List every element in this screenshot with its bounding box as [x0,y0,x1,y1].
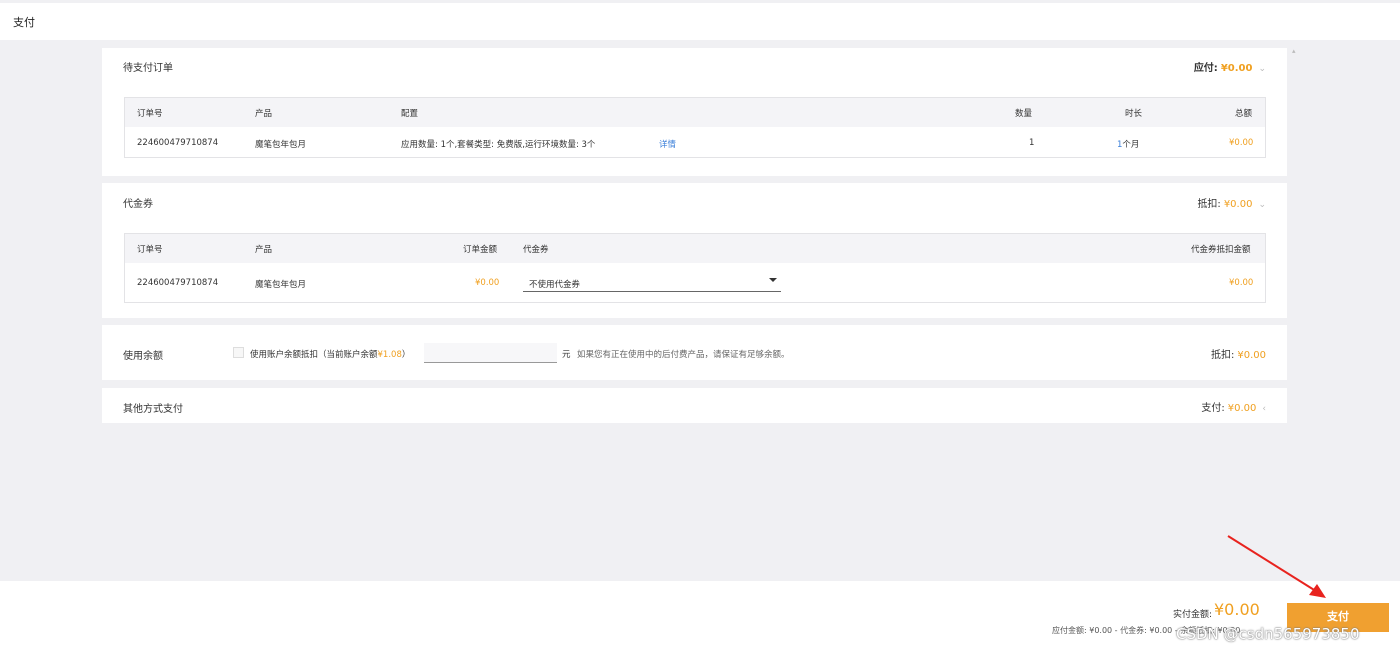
col-order-no: 订单号 [137,245,163,255]
config-cell: 应用数量: 1个,套餐类型: 免费版,运行环境数量: 3个 [401,140,596,150]
voucher-table: 订单号 产品 订单金额 代金券 代金券抵扣金额 224600479710874 … [124,233,1266,303]
col-order-no: 订单号 [137,109,163,119]
product-cell: 魔笔包年包月 [255,280,307,290]
deduction-label: 抵扣: [1210,350,1235,361]
voucher-card: 代金券 抵扣: ¥0.00 ⌄ 订单号 产品 订单金额 代金券 代金券抵扣金额 22… [102,183,1287,318]
product-cell: 魔笔包年包月 [255,140,307,150]
use-balance-checkbox[interactable] [233,347,244,358]
pending-order-title: 待支付订单 [123,63,173,74]
unit-label: 元 [562,350,571,360]
deduction-amount: ¥0.00 [1223,199,1253,210]
voucher-title: 代金券 [123,199,153,210]
pending-order-amount[interactable]: 应付: ¥0.00 ⌄ [1194,59,1266,74]
page-title: 支付 [13,16,35,29]
chevron-up-icon[interactable]: ▴ [1292,47,1296,55]
current-balance: ¥1.08 [377,350,402,360]
quantity-cell: 1 [1029,138,1035,148]
col-voucher-discount: 代金券抵扣金额 [1191,245,1251,255]
pay-label: 支付: [1201,403,1225,414]
actual-payment-label: 实付金额: [1173,610,1213,620]
voucher-select[interactable]: 不使用代金券 [523,271,781,292]
detail-link[interactable]: 详情 [659,138,676,150]
col-config: 配置 [401,109,419,119]
balance-note: 如果您有正在使用中的后付费产品，请保证有足够余额。 [577,350,790,360]
voucher-deduction[interactable]: 抵扣: ¥0.00 ⌄ [1197,195,1266,210]
table-header [125,98,1265,127]
voucher-select-value: 不使用代金券 [529,280,581,290]
pending-order-card: 待支付订单 应付: ¥0.00 ⌄ 订单号 产品 配置 数量 时长 总额 22460… [102,47,1296,176]
deduction-label: 抵扣: [1197,199,1221,210]
order-no-cell: 224600479710874 [137,278,219,288]
other-payment-card[interactable]: 其他方式支付 支付: ¥0.00 ‹ [102,388,1287,423]
voucher-discount-cell: ¥0.00 [1229,278,1254,288]
use-balance-label[interactable]: 使用账户余额抵扣（当前账户余额¥1.08） [250,348,410,360]
deduction-amount: ¥0.00 [1237,350,1266,361]
annotation-arrow-icon [1227,535,1326,598]
col-product: 产品 [255,245,273,255]
col-product: 产品 [255,109,273,119]
chevron-down-icon[interactable]: ⌄ [1258,64,1266,74]
col-duration: 时长 [1125,109,1143,119]
other-payment-amount[interactable]: 支付: ¥0.00 ‹ [1201,399,1266,414]
other-payment-title: 其他方式支付 [123,404,183,415]
order-no-cell: 224600479710874 [137,138,219,148]
col-quantity: 数量 [1015,109,1033,119]
chevron-down-icon[interactable]: ⌄ [1258,200,1266,210]
col-order-amount: 订单金额 [463,245,498,255]
duration-unit: 个月 [1122,140,1140,150]
actual-payment-amount: ¥0.00 [1214,600,1260,619]
col-voucher: 代金券 [523,245,549,255]
payable-label: 应付: [1193,63,1218,74]
col-total: 总额 [1235,109,1253,119]
duration-cell: 1个月 [1117,138,1139,150]
checkbox-label: 使用账户余额抵扣（当前账户余额 [250,350,378,360]
balance-title: 使用余额 [123,351,163,362]
watermark: CSDN @csdn565973850 [1176,625,1360,643]
chevron-left-icon[interactable]: ‹ [1262,404,1266,414]
order-amount-cell: ¥0.00 [475,278,500,288]
close-paren: ） [401,350,411,360]
caret-down-icon[interactable] [769,278,777,282]
balance-amount-input[interactable] [424,343,557,363]
total-cell: ¥0.00 [1229,138,1254,148]
pay-amount: ¥0.00 [1227,403,1257,414]
balance-card: 使用余额 使用账户余额抵扣（当前账户余额¥1.08） 元 如果您有正在使用中的后… [102,325,1287,380]
balance-deduction: 抵扣: ¥0.00 [1211,346,1266,361]
top-bar: 支付 [0,3,1400,40]
pending-order-table: 订单号 产品 配置 数量 时长 总额 224600479710874 魔笔包年包… [124,97,1266,158]
payable-amount: ¥0.00 [1220,63,1253,74]
table-header [125,234,1265,263]
